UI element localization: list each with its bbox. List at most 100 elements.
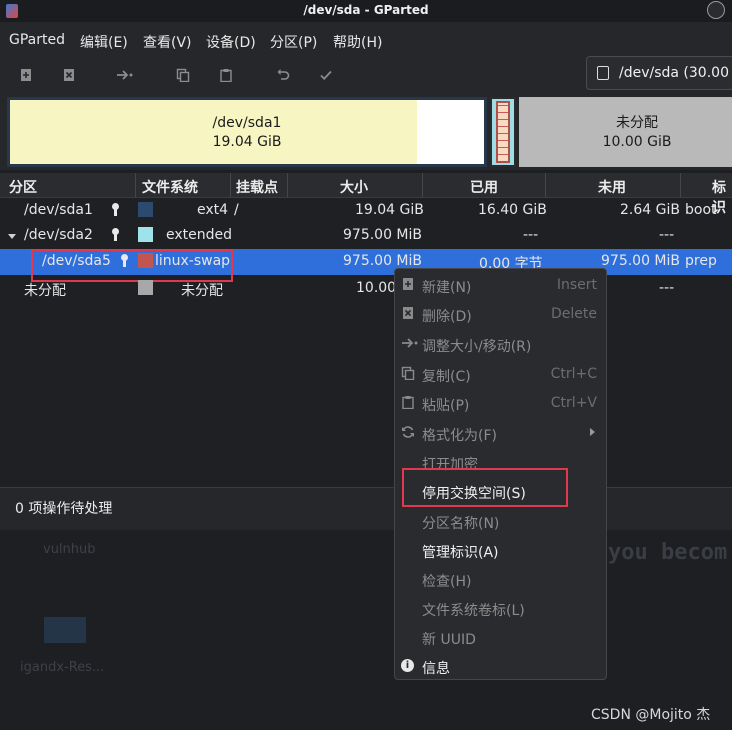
paste-button[interactable]	[215, 64, 237, 86]
menu-item-manage-flags[interactable]: 管理标识(A)	[395, 536, 606, 564]
close-window-button[interactable]	[707, 1, 725, 19]
pending-operations-status: 0 项操作待处理	[15, 501, 113, 517]
menu-item-accelerator: Ctrl+C	[550, 366, 597, 382]
fs-type: extended	[166, 227, 233, 243]
menu-partition[interactable]: 分区(P)	[270, 32, 317, 52]
size-value: 10.00	[356, 280, 397, 296]
copy-button[interactable]	[172, 64, 194, 86]
menu-item-accelerator: Insert	[556, 277, 597, 293]
resize-move-button[interactable]	[114, 64, 136, 86]
apply-button[interactable]	[315, 64, 337, 86]
delete-icon	[403, 307, 413, 319]
column-divider	[422, 173, 423, 197]
fs-type: 未分配	[181, 283, 223, 299]
paste-icon	[402, 396, 414, 409]
column-divider	[230, 173, 231, 197]
size-value: 975.00 MiB	[343, 253, 423, 269]
menu-item-resize-move[interactable]: 调整大小/移动(R)	[395, 330, 606, 358]
fs-color-swatch	[138, 280, 153, 295]
menu-item-label: 文件系统卷标(L)	[422, 603, 525, 619]
menu-gparted[interactable]: GParted	[9, 32, 65, 48]
fs-type: ext4	[197, 202, 229, 218]
window-title: /dev/sda - GParted	[303, 3, 429, 17]
table-header: 分区 文件系统 挂载点 大小 已用 未用 标识	[0, 173, 732, 216]
header-used[interactable]: 已用	[470, 177, 498, 197]
menu-help[interactable]: 帮助(H)	[333, 32, 382, 52]
expander-arrow-icon[interactable]	[8, 234, 16, 239]
device-selector-label: /dev/sda (30.00 G	[619, 65, 732, 81]
delete-partition-button[interactable]	[58, 64, 80, 86]
menu-item-accelerator: Delete	[551, 306, 597, 322]
copy-icon	[401, 366, 415, 380]
copy-icon	[176, 68, 190, 82]
disk-map-unallocated-size: 10.00 GiB	[602, 134, 672, 150]
menu-bar: GParted 编辑(E) 查看(V) 设备(D) 分区(P) 帮助(H)	[0, 22, 732, 56]
flags-value: boot	[685, 202, 717, 218]
menu-item-copy[interactable]: 复制(C) Ctrl+C	[395, 360, 606, 388]
disk-map-sda1-name: /dev/sda1	[212, 115, 282, 131]
submenu-arrow-icon	[590, 428, 595, 436]
menu-item-check[interactable]: 检查(H)	[395, 565, 606, 593]
delete-icon	[64, 69, 74, 81]
desktop-item-label: vulnhub	[43, 542, 96, 557]
resize-icon	[117, 70, 133, 80]
table-row[interactable]: 未分配 未分配 10.00 ---	[0, 276, 732, 301]
size-value: 975.00 MiB	[343, 227, 423, 243]
menu-item-label: 删除(D)	[422, 309, 472, 325]
new-partition-button[interactable]	[15, 64, 37, 86]
column-divider	[287, 173, 288, 197]
flags-value: prep	[685, 253, 717, 269]
fs-color-swatch	[138, 202, 153, 217]
key-icon	[111, 203, 120, 217]
used-value: 16.40 GiB	[478, 202, 547, 218]
disk-map-unallocated-name: 未分配	[616, 115, 658, 131]
menu-view[interactable]: 查看(V)	[143, 32, 192, 52]
menu-item-partition-name[interactable]: 分区名称(N)	[395, 507, 606, 535]
menu-device[interactable]: 设备(D)	[206, 32, 256, 52]
menu-item-delete[interactable]: 删除(D) Delete	[395, 300, 606, 328]
paste-icon	[220, 69, 232, 82]
new-icon	[403, 278, 413, 290]
disk-map-sda1-label: /dev/sda1 19.04 GiB	[10, 114, 484, 152]
header-mountpoint[interactable]: 挂载点	[236, 177, 278, 197]
unused-value: 975.00 MiB	[601, 253, 681, 269]
header-unused[interactable]: 未用	[598, 177, 626, 197]
menu-item-label: 粘贴(P)	[422, 398, 470, 414]
undo-button[interactable]	[272, 64, 294, 86]
unused-value: 2.64 GiB	[620, 202, 680, 218]
menu-item-label: 信息	[422, 661, 450, 677]
disk-map-sda1-size: 19.04 GiB	[212, 134, 282, 150]
header-size[interactable]: 大小	[340, 177, 368, 197]
menu-edit[interactable]: 编辑(E)	[80, 32, 128, 52]
disk-map-sda5-swap[interactable]	[496, 101, 510, 163]
menu-item-fs-label[interactable]: 文件系统卷标(L)	[395, 594, 606, 622]
csdn-watermark: CSDN @Mojito 杰	[591, 707, 711, 723]
partition-name: /dev/sda2	[24, 227, 93, 243]
header-partition[interactable]: 分区	[9, 177, 37, 197]
unused-value: ---	[659, 280, 675, 296]
apply-icon	[320, 70, 332, 80]
desktop-file-icon[interactable]	[44, 617, 86, 643]
menu-item-format-as[interactable]: 格式化为(F)	[395, 419, 606, 447]
table-row[interactable]: /dev/sda1 ext4 / 19.04 GiB 16.40 GiB 2.6…	[0, 198, 732, 223]
new-icon	[21, 69, 31, 81]
size-value: 19.04 GiB	[355, 202, 424, 218]
unused-value: ---	[659, 227, 675, 243]
menu-item-label: 格式化为(F)	[422, 428, 497, 444]
menu-item-label: 复制(C)	[422, 369, 471, 385]
mount-point: /	[234, 202, 239, 218]
disk-icon	[597, 66, 609, 80]
table-row[interactable]: /dev/sda2 extended 975.00 MiB --- ---	[0, 223, 732, 248]
menu-item-label: 管理标识(A)	[422, 545, 499, 561]
menu-item-label: 分区名称(N)	[422, 516, 500, 532]
menu-item-label: 新建(N)	[422, 280, 472, 296]
menu-item-new[interactable]: 新建(N) Insert	[395, 271, 606, 299]
menu-item-new-uuid[interactable]: 新 UUID	[395, 623, 606, 651]
menu-item-accelerator: Ctrl+V	[550, 395, 597, 411]
menu-item-paste[interactable]: 粘贴(P) Ctrl+V	[395, 389, 606, 417]
device-selector[interactable]: /dev/sda (30.00 G	[586, 56, 732, 90]
header-filesystem[interactable]: 文件系统	[142, 177, 198, 197]
annotation-highlight-box	[402, 468, 568, 507]
partition-name: /dev/sda1	[24, 202, 93, 218]
menu-item-information[interactable]: i 信息	[395, 652, 606, 680]
